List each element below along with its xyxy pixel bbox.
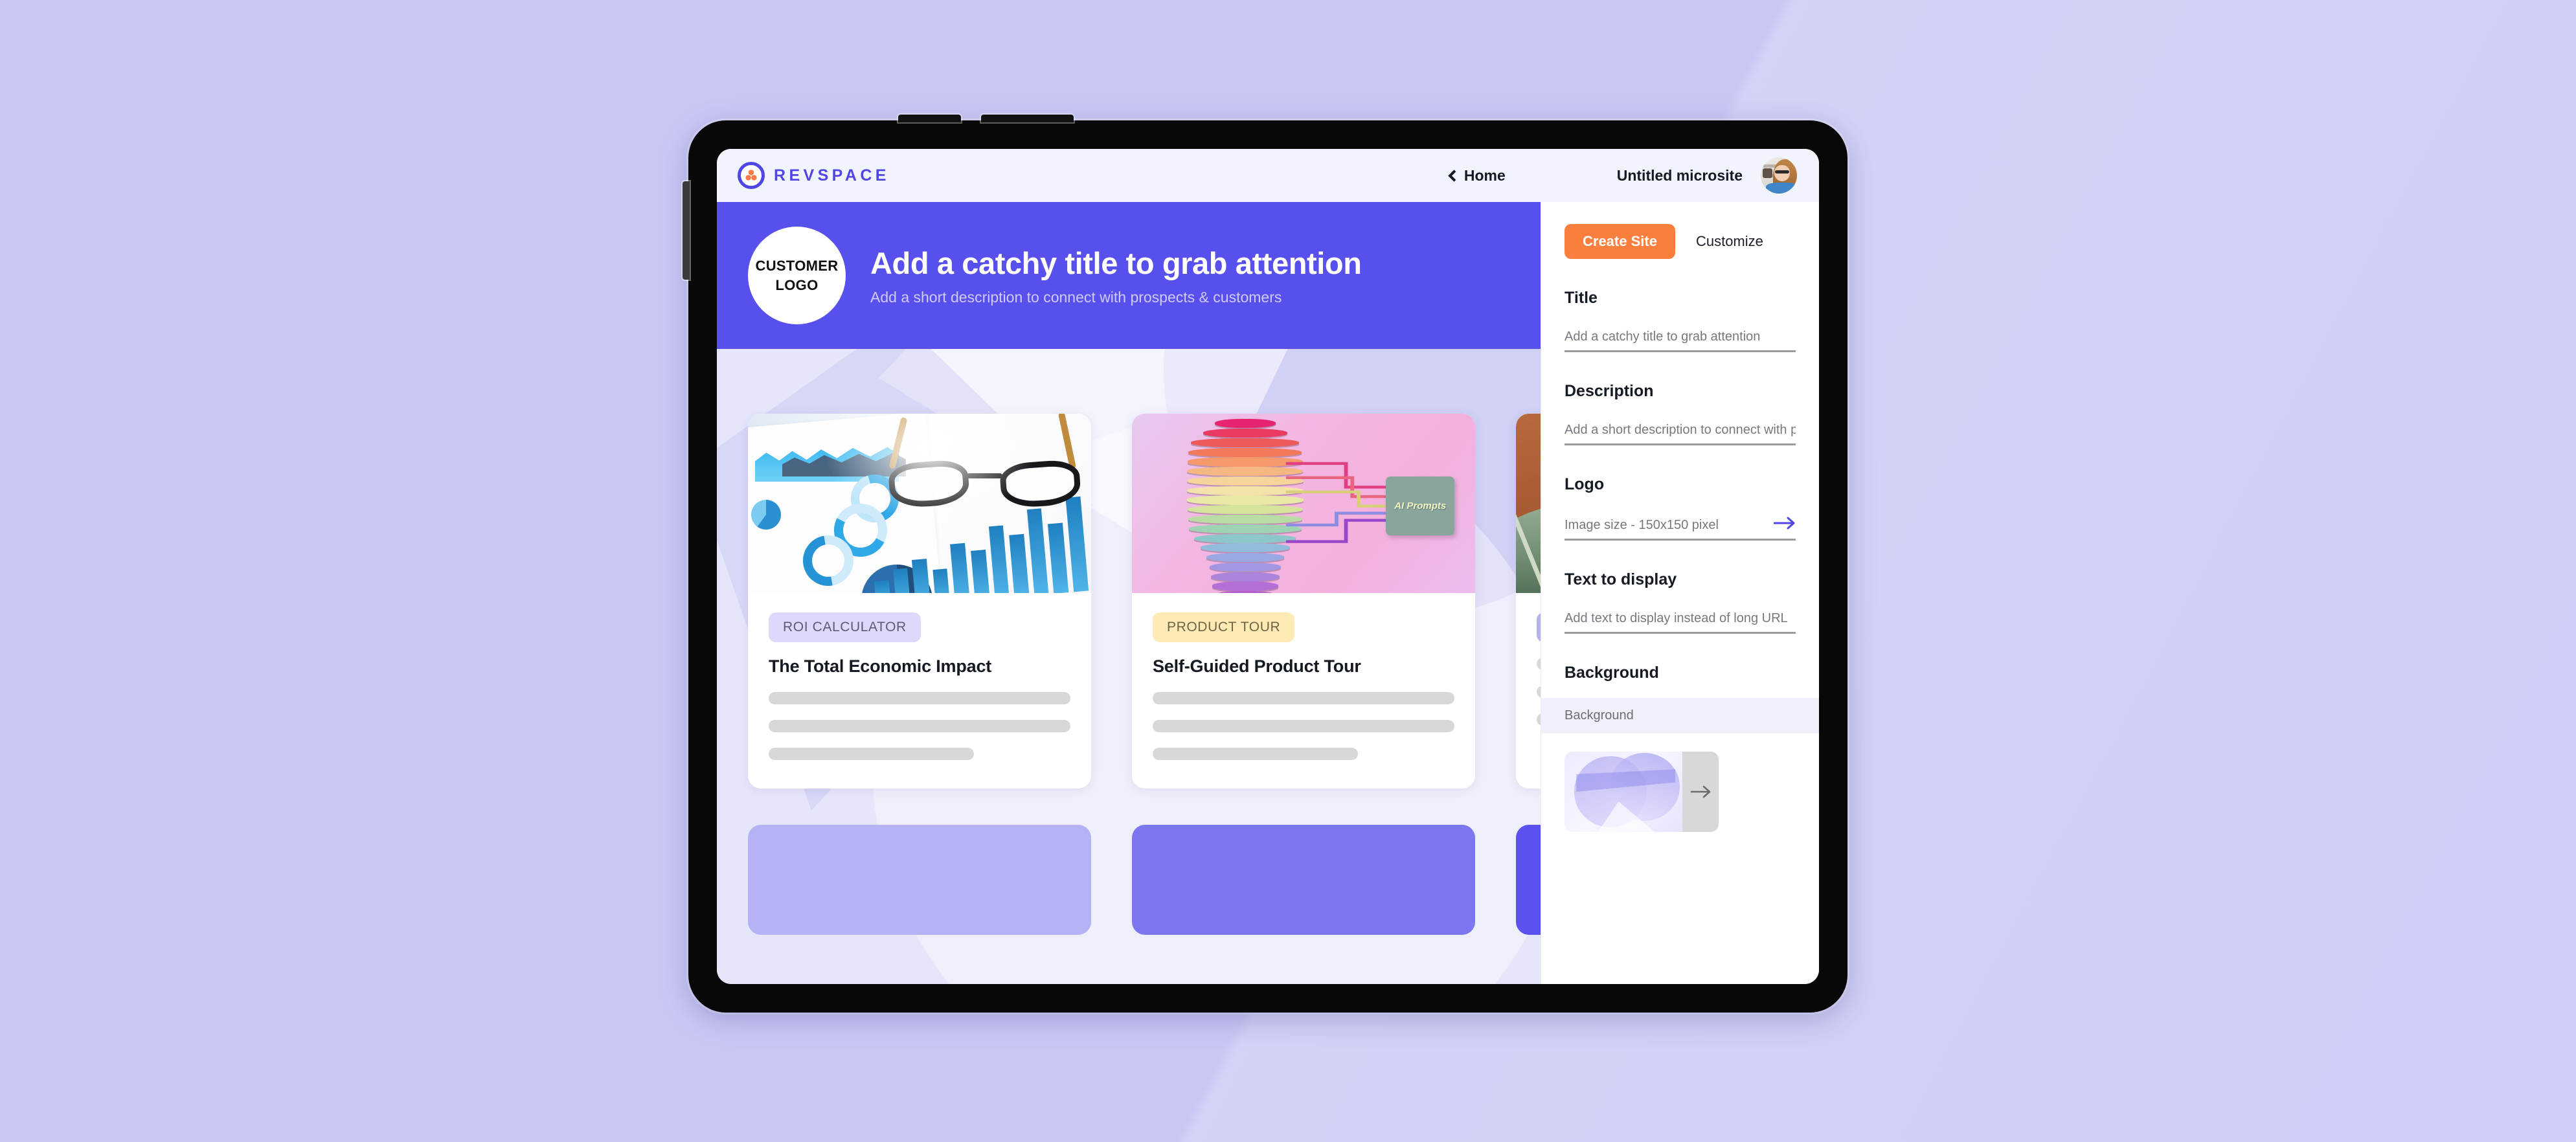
logo-input[interactable] (1565, 518, 1766, 533)
bottom-card[interactable] (1516, 825, 1541, 935)
tablet-screen: REVSPACE Home Untitled microsite CUSTOME… (717, 149, 1819, 984)
field-label: Description (1565, 382, 1654, 400)
bottom-card-row (717, 789, 1541, 935)
field-title: Title (1565, 289, 1796, 352)
card-body: ROI CALCULATOR The Total Economic Impact (748, 593, 1091, 789)
tablet-top-button-b[interactable] (981, 115, 1074, 122)
customer-logo-placeholder[interactable]: CUSTOMER LOGO (748, 227, 846, 324)
title-input[interactable] (1565, 330, 1796, 344)
description-input[interactable] (1565, 423, 1796, 438)
revspace-logo-icon (738, 162, 765, 189)
customer-logo-line1: CUSTOMER (755, 258, 839, 274)
background-thumbnail-picker (1565, 752, 1796, 832)
content-card[interactable] (1516, 414, 1541, 789)
microsite-hero: CUSTOMER LOGO Add a catchy title to grab… (717, 202, 1541, 349)
field-label: Text to display (1565, 570, 1677, 588)
brand-logo[interactable]: REVSPACE (738, 162, 890, 189)
ai-prompts-head-illustration: AI Prompts (1132, 414, 1475, 593)
field-logo: Logo (1565, 475, 1796, 541)
bottom-card[interactable] (748, 825, 1091, 935)
card-title: The Total Economic Impact (769, 656, 992, 676)
card-badge (1537, 612, 1541, 642)
card-body (1516, 593, 1541, 754)
card-text-placeholder (1537, 713, 1541, 726)
background-select[interactable]: Background (1541, 698, 1819, 733)
topbar-right-group: Home Untitled microsite (1448, 157, 1797, 194)
hero-title: Add a catchy title to grab attention (870, 245, 1362, 280)
card-text-placeholder (1153, 720, 1454, 732)
tablet-side-button[interactable] (683, 181, 690, 280)
card-text-placeholder (1537, 686, 1541, 698)
create-site-button[interactable]: Create Site (1565, 224, 1675, 259)
microsite-preview-canvas: CUSTOMER LOGO Add a catchy title to grab… (717, 202, 1541, 984)
chevron-left-icon (1448, 169, 1460, 182)
card-text-placeholder (1537, 658, 1541, 670)
brand-name: REVSPACE (774, 166, 890, 185)
bottom-card[interactable] (1132, 825, 1475, 935)
customize-tab[interactable]: Customize (1696, 233, 1763, 250)
arrow-right-icon[interactable] (1773, 516, 1796, 533)
tablet-top-button-a[interactable] (898, 115, 961, 122)
hero-subtitle: Add a short description to connect with … (870, 288, 1282, 306)
card-text-placeholder (1153, 748, 1358, 760)
content-card[interactable]: AI Prompts PRODUCT TOUR Self-Guided Prod… (1132, 414, 1475, 789)
abstract-purple-shapes-thumbnail[interactable] (1565, 752, 1682, 832)
customize-sidebar: Create Site Customize Title Description (1541, 202, 1819, 984)
field-label: Logo (1565, 475, 1605, 493)
microsite-title: Untitled microsite (1616, 166, 1743, 184)
field-background: Background Background (1541, 664, 1819, 832)
card-text-placeholder (769, 720, 1070, 732)
home-back-link[interactable]: Home (1448, 166, 1506, 185)
card-badge: ROI CALCULATOR (769, 612, 921, 642)
tablet-device-frame: REVSPACE Home Untitled microsite CUSTOME… (683, 115, 1847, 1013)
card-text-placeholder (769, 692, 1070, 704)
plant-and-bottle-photo (1516, 414, 1541, 593)
field-label: Title (1565, 289, 1598, 307)
field-text-to-display: Text to display (1565, 570, 1796, 634)
field-label: Background (1565, 664, 1659, 682)
charts-and-glasses-photo (748, 414, 1091, 593)
sidebar-actions: Create Site Customize (1565, 224, 1796, 259)
hero-text-block: Add a catchy title to grab attention Add… (870, 245, 1362, 306)
avatar[interactable] (1761, 157, 1797, 194)
text-to-display-input[interactable] (1565, 611, 1796, 626)
ai-prompts-chip-label: AI Prompts (1386, 476, 1455, 536)
arrow-right-icon[interactable] (1682, 752, 1719, 832)
home-label: Home (1463, 166, 1506, 184)
field-description: Description (1565, 382, 1796, 445)
card-text-placeholder (1153, 692, 1454, 704)
app-body: CUSTOMER LOGO Add a catchy title to grab… (717, 202, 1819, 984)
card-text-placeholder (769, 748, 974, 760)
content-card[interactable]: ROI CALCULATOR The Total Economic Impact (748, 414, 1091, 789)
customer-logo-line2: LOGO (775, 276, 819, 293)
card-body: PRODUCT TOUR Self-Guided Product Tour (1132, 593, 1475, 789)
card-badge: PRODUCT TOUR (1153, 612, 1295, 642)
app-topbar: REVSPACE Home Untitled microsite (717, 149, 1819, 202)
content-card-grid: ROI CALCULATOR The Total Economic Impact (717, 349, 1541, 789)
card-title: Self-Guided Product Tour (1153, 656, 1361, 676)
